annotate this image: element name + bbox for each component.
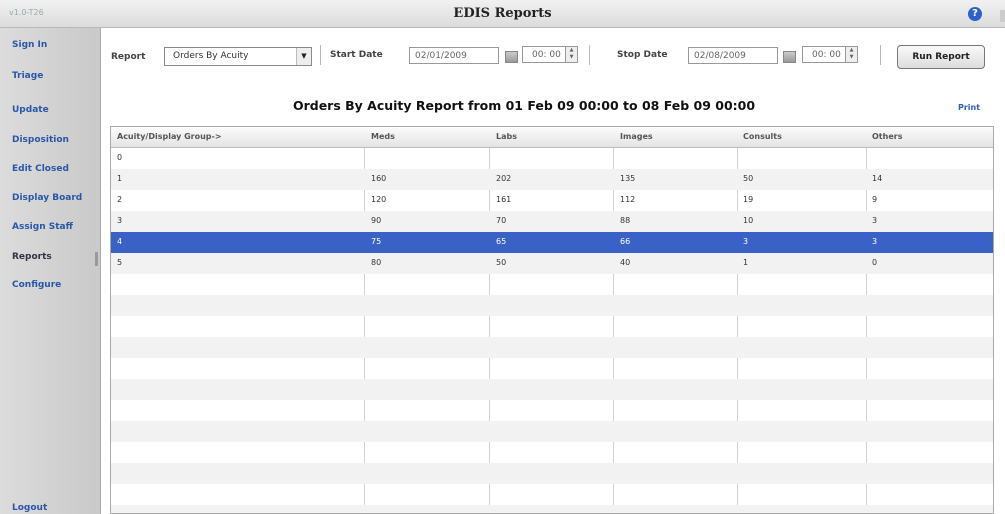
table-header-row: Acuity/Display Group-> Meds Labs Images Cons… [111,127,993,148]
table-cell: 50 [496,258,507,267]
print-link[interactable]: Print [958,103,980,112]
report-toolbar: Report Orders By Acuity ▼ Start Date 02/… [104,40,989,70]
start-time-spin-icon[interactable]: ▲ ▼ [565,47,577,62]
toolbar-divider [589,45,590,65]
table-cell: 50 [743,174,754,183]
table-cell: 80 [371,258,382,267]
sidebar-item-triage[interactable]: Triage [12,71,43,81]
table-row [111,379,993,400]
table-row[interactable]: 1 160 202 135 50 14 [111,169,993,190]
table-row [111,484,993,505]
sidebar-item-display-board[interactable]: Display Board [12,193,82,203]
table-cell: 135 [620,174,636,183]
table-cell: 120 [371,195,387,204]
table-row[interactable]: 3 90 70 88 10 3 [111,211,993,232]
table-row [111,442,993,463]
table-cell: 75 [371,237,382,246]
table-cell: 40 [620,258,631,267]
sidebar-nav: Sign In Triage Update Disposition Edit C… [0,28,101,514]
table-row[interactable]: 5 80 50 40 1 0 [111,253,993,274]
table-row [111,505,993,513]
sidebar-item-edit-closed[interactable]: Edit Closed [12,164,69,174]
table-cell: 5 [117,258,123,267]
sidebar-item-configure[interactable]: Configure [12,280,61,290]
table-cell: 3 [117,216,123,225]
table-cell: 1 [743,258,749,267]
table-cell: 202 [496,174,512,183]
sidebar-item-sign-in[interactable]: Sign In [12,40,47,50]
run-report-button[interactable]: Run Report [897,45,985,69]
table-cell: 66 [620,237,631,246]
table-row [111,421,993,442]
report-title: Orders By Acuity Report from 01 Feb 09 0… [292,98,756,113]
stop-time-value: 00: 00 [812,50,841,60]
title-bar: v1.0-T26 EDIS Reports ? [0,0,1005,28]
column-header[interactable]: Acuity/Display Group-> [117,132,222,141]
report-table: Acuity/Display Group-> Meds Labs Images Cons… [110,126,994,514]
table-cell: 1 [117,174,123,183]
column-header[interactable]: Meds [371,132,395,141]
sidebar-item-reports[interactable]: Reports [12,252,52,262]
logout-link[interactable]: Logout [12,503,47,513]
start-time-value: 00: 00 [532,50,561,60]
app-title: EDIS Reports [453,6,552,21]
report-select-value: Orders By Acuity [173,51,249,61]
table-cell: 10 [743,216,754,225]
table-row[interactable]: 4 75 65 66 3 3 [111,232,993,253]
table-cell: 3 [872,216,878,225]
column-header[interactable]: Others [872,132,902,141]
start-date-input[interactable]: 02/01/2009 [409,47,499,64]
sidebar-resize-handle[interactable] [95,252,98,266]
table-row [111,316,993,337]
column-header[interactable]: Labs [496,132,517,141]
table-row [111,400,993,421]
table-row [111,358,993,379]
table-cell: 88 [620,216,631,225]
table-row [111,463,993,484]
column-header[interactable]: Consults [743,132,782,141]
chevron-down-icon[interactable]: ▼ [296,48,311,65]
stop-time-spin-icon[interactable]: ▲ ▼ [845,47,857,62]
table-cell: 160 [371,174,387,183]
stop-time-stepper[interactable]: 00: 00 ▲ ▼ [802,46,858,63]
sidebar-item-disposition[interactable]: Disposition [12,135,69,145]
table-row [111,295,993,316]
stop-date-input[interactable]: 02/08/2009 [688,47,778,64]
sidebar-item-update[interactable]: Update [12,105,49,115]
table-cell: 65 [496,237,507,246]
table-row[interactable]: 2 120 161 112 19 9 [111,190,993,211]
table-cell: 0 [117,153,123,162]
table-cell: 3 [872,237,878,246]
start-date-label: Start Date [330,50,383,60]
table-cell: 70 [496,216,507,225]
sidebar-item-assign-staff[interactable]: Assign Staff [12,222,73,232]
table-cell: 90 [371,216,382,225]
toolbar-divider [880,45,881,65]
stop-date-label: Stop Date [617,50,668,60]
toolbar-divider [320,45,321,65]
table-row [111,337,993,358]
edis-reports-window: v1.0-T26 EDIS Reports ? Sign In Triage U… [0,0,1005,514]
table-cell: 19 [743,195,754,204]
table-row [111,274,993,295]
start-time-stepper[interactable]: 00: 00 ▲ ▼ [522,46,578,63]
table-cell: 112 [620,195,636,204]
table-cell: 161 [496,195,512,204]
stop-calendar-icon[interactable] [783,51,796,63]
report-label: Report [111,52,146,62]
report-select[interactable]: Orders By Acuity ▼ [164,47,312,66]
table-cell: 3 [743,237,749,246]
table-cell: 4 [117,237,123,246]
table-row[interactable]: 0 [111,148,993,169]
table-cell: 2 [117,195,123,204]
table-cell: 9 [872,195,878,204]
table-cell: 14 [872,174,883,183]
start-calendar-icon[interactable] [505,51,518,63]
scrollbar-stub [1000,10,1005,22]
column-header[interactable]: Images [620,132,653,141]
table-cell: 0 [872,258,878,267]
help-icon[interactable]: ? [968,7,982,21]
